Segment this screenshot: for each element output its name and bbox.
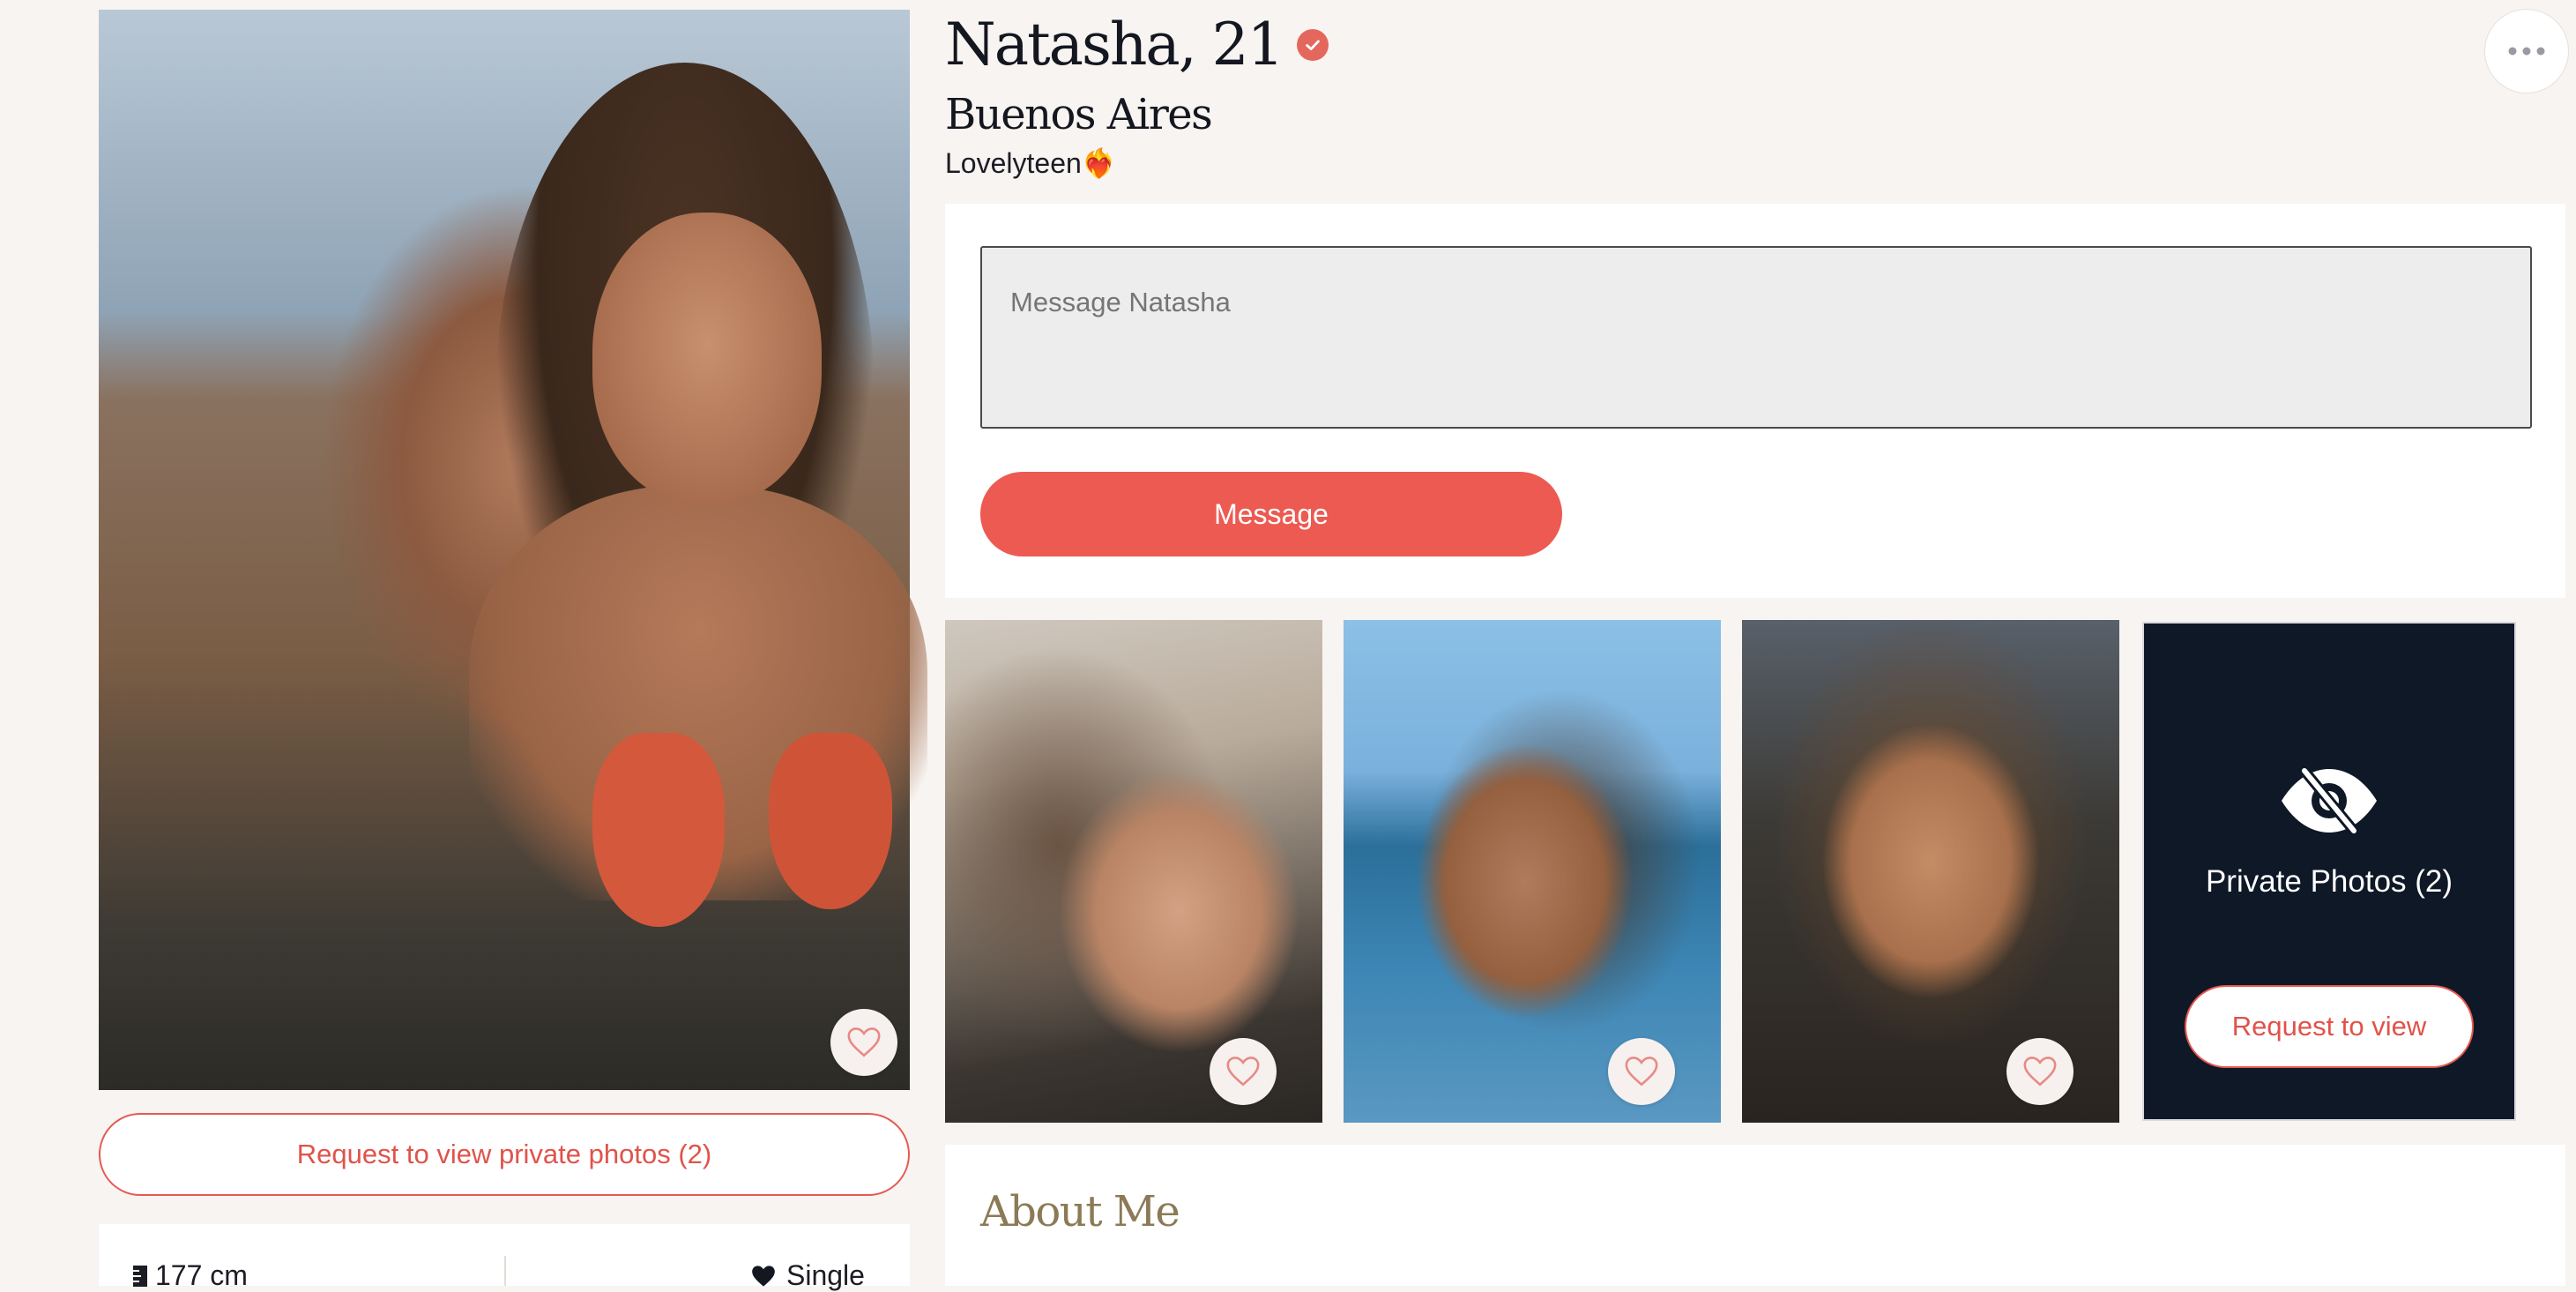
profile-city: Buenos Aires	[945, 90, 1213, 139]
heart-outline-icon	[1625, 1057, 1658, 1087]
gallery-photo-3[interactable]	[1742, 620, 2119, 1123]
heart-icon	[752, 1265, 775, 1287]
more-options-button[interactable]	[2484, 9, 2569, 93]
favorite-photo-3-button[interactable]	[2006, 1038, 2073, 1105]
relationship-stat: Single	[751, 1259, 865, 1292]
about-me-title: About Me	[980, 1187, 1180, 1236]
gallery-photo-2[interactable]	[1344, 620, 1721, 1123]
height-value: 177 cm	[155, 1259, 248, 1291]
request-to-view-button[interactable]: Request to view	[2185, 985, 2474, 1068]
favorite-photo-1-button[interactable]	[1210, 1038, 1277, 1105]
verified-badge-icon	[1296, 28, 1329, 61]
height-stat: 177 cm	[132, 1259, 248, 1292]
profile-tagline: Lovelyteen❤️‍🔥	[945, 147, 1117, 179]
heart-outline-icon	[1226, 1057, 1260, 1087]
favorite-main-photo-button[interactable]	[830, 1009, 897, 1076]
about-me-card	[945, 1145, 2565, 1286]
profile-name-age: Natasha, 21	[945, 11, 1329, 78]
photo-detail-swimsuit-left	[592, 733, 725, 927]
message-button[interactable]: Message	[980, 472, 1562, 556]
private-photos-label: Private Photos (2)	[2205, 864, 2453, 899]
photo-detail-face	[592, 213, 822, 504]
request-private-photos-button[interactable]: Request to view private photos (2)	[99, 1113, 910, 1196]
gallery-photo-1[interactable]	[945, 620, 1322, 1123]
heart-outline-icon	[847, 1027, 881, 1057]
photo-detail-swimsuit-right	[769, 733, 892, 909]
ruler-icon	[133, 1265, 147, 1287]
main-profile-photo[interactable]	[99, 10, 927, 1090]
stats-divider	[504, 1256, 506, 1286]
favorite-photo-2-button[interactable]	[1608, 1038, 1675, 1105]
eye-off-icon	[2282, 765, 2377, 836]
more-horizontal-icon	[2508, 47, 2545, 56]
relationship-value: Single	[786, 1259, 865, 1291]
name-age-text: Natasha, 21	[945, 11, 1284, 78]
message-input[interactable]	[980, 246, 2532, 429]
heart-outline-icon	[2023, 1057, 2057, 1087]
